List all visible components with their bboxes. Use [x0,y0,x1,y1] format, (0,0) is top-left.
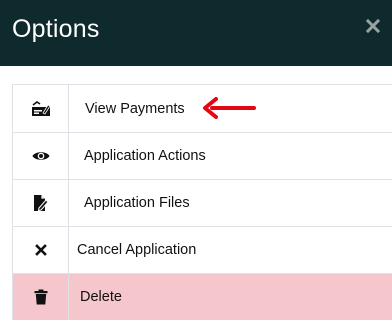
modal-title: Options [12,15,100,43]
icon-cell [13,85,69,132]
icon-cell [13,227,69,273]
payment-check-icon [31,100,51,116]
menu-item-label: View Payments [85,100,185,117]
menu-item-delete[interactable]: Delete [13,273,392,320]
modal-header: Options [0,0,392,66]
close-button[interactable] [365,16,383,36]
trash-icon [34,289,47,305]
menu-item-label: Application Actions [84,148,206,164]
menu-item-application-files[interactable]: Application Files [13,179,392,226]
file-edit-icon [33,195,49,212]
times-icon [34,244,47,256]
icon-cell [13,133,69,179]
icon-cell [13,180,69,226]
red-arrow-icon [203,97,256,119]
eye-icon [32,152,49,160]
icon-cell [13,274,69,320]
close-icon [365,18,381,34]
menu-item-cancel-application[interactable]: Cancel Application [13,226,392,273]
menu-item-label: Delete [80,289,122,305]
menu-item-label: Cancel Application [77,242,197,258]
menu-item-application-actions[interactable]: Application Actions [13,132,392,179]
menu-item-label: Application Files [84,195,190,211]
